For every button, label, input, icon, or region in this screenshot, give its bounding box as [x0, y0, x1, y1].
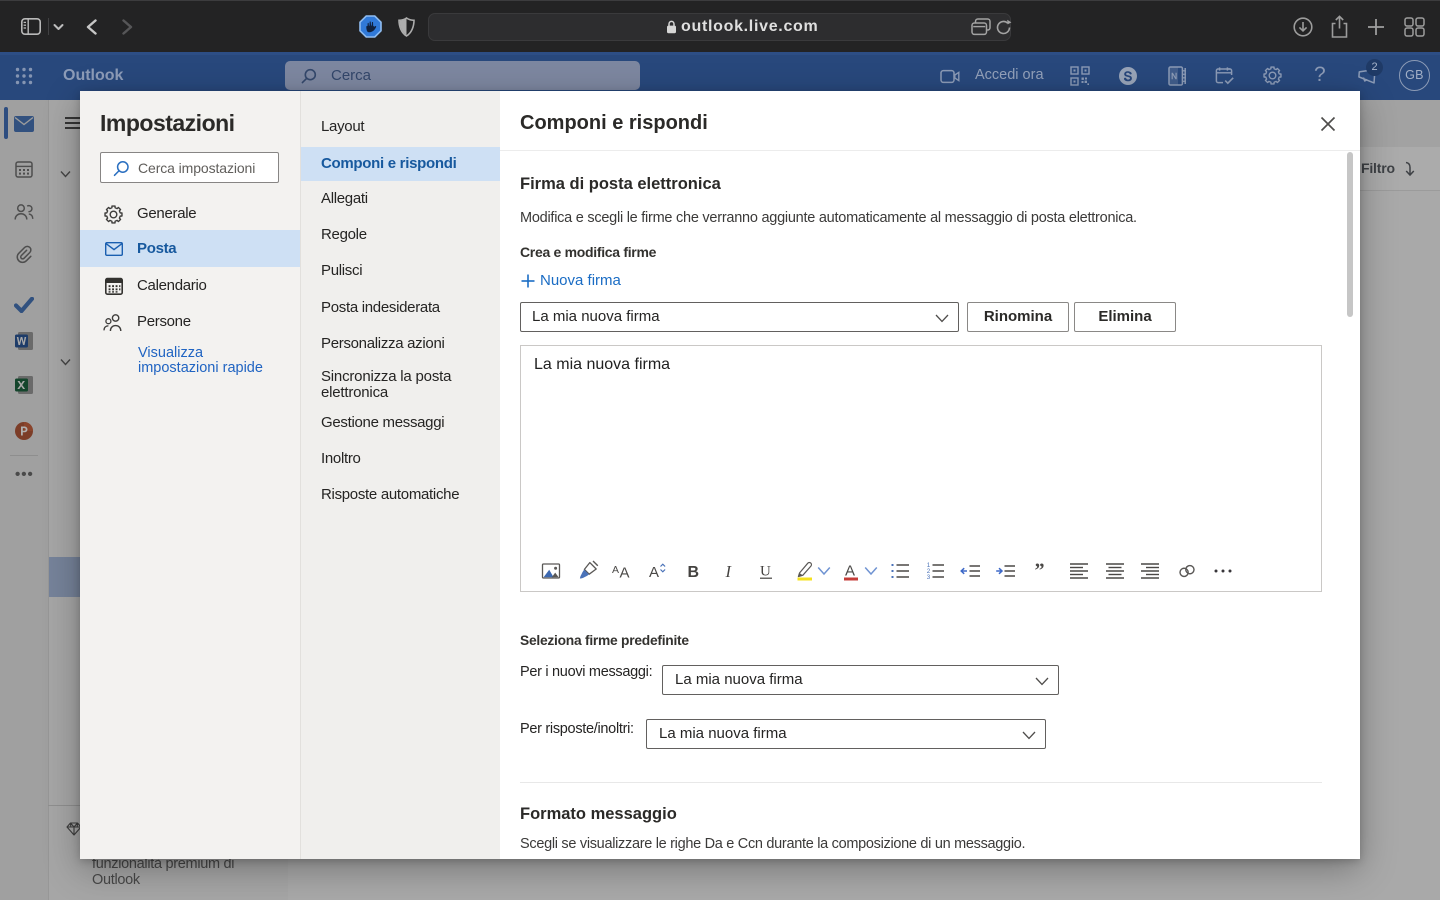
svg-text:I: I — [725, 562, 733, 581]
svg-text:A: A — [619, 565, 629, 582]
svg-text:3: 3 — [927, 574, 931, 581]
svg-text:A: A — [845, 563, 855, 580]
svg-text:”: ” — [1034, 560, 1044, 582]
svg-text:U: U — [760, 564, 771, 580]
svg-text:A: A — [649, 564, 659, 581]
svg-text:A: A — [612, 564, 619, 576]
svg-text:B: B — [687, 564, 699, 581]
